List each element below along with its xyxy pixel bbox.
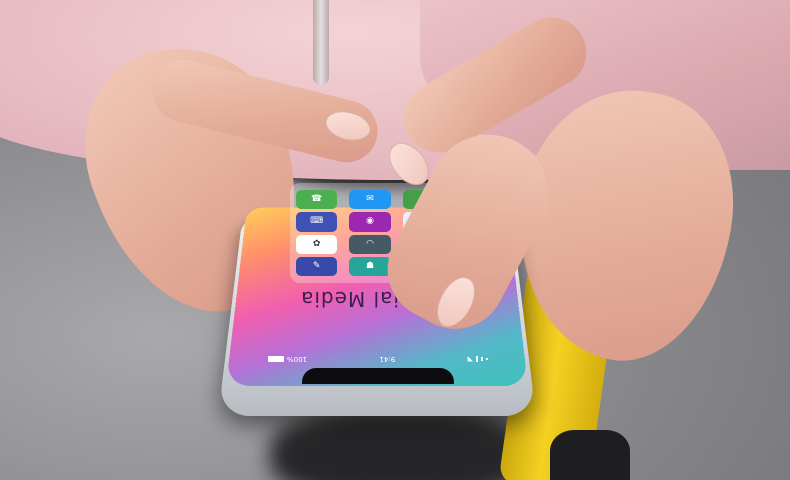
photo-scene: ☎✉✆⌨◉≋✿◠▶✎☗☺ Social Media ◥ 9:41 100% — [0, 0, 790, 480]
keyboard-icon[interactable]: ⌨ — [296, 212, 338, 232]
phone-icon[interactable]: ☎ — [296, 190, 338, 210]
signal-icon — [476, 356, 488, 362]
signal-wifi: ◥ — [468, 355, 488, 363]
wifi-icon: ◥ — [467, 355, 473, 363]
chat-icon[interactable]: ◉ — [349, 212, 391, 232]
note-icon[interactable]: ✎ — [296, 256, 338, 276]
battery-icon — [268, 356, 285, 362]
battery-percent: 100% — [287, 355, 308, 363]
sweater-zipper — [313, 0, 329, 85]
phone-notch — [302, 368, 454, 384]
headset-icon[interactable]: ◠ — [349, 234, 391, 254]
status-bar: ◥ 9:41 100% — [268, 352, 488, 366]
aperture-icon[interactable]: ✿ — [296, 234, 338, 254]
messages-icon[interactable]: ✉ — [349, 190, 391, 210]
shoe-shadow — [270, 410, 530, 480]
battery-status: 100% — [268, 355, 307, 363]
status-time: 9:41 — [379, 355, 396, 363]
yellow-bar-cap — [550, 430, 630, 480]
contact-icon[interactable]: ☗ — [349, 256, 391, 276]
